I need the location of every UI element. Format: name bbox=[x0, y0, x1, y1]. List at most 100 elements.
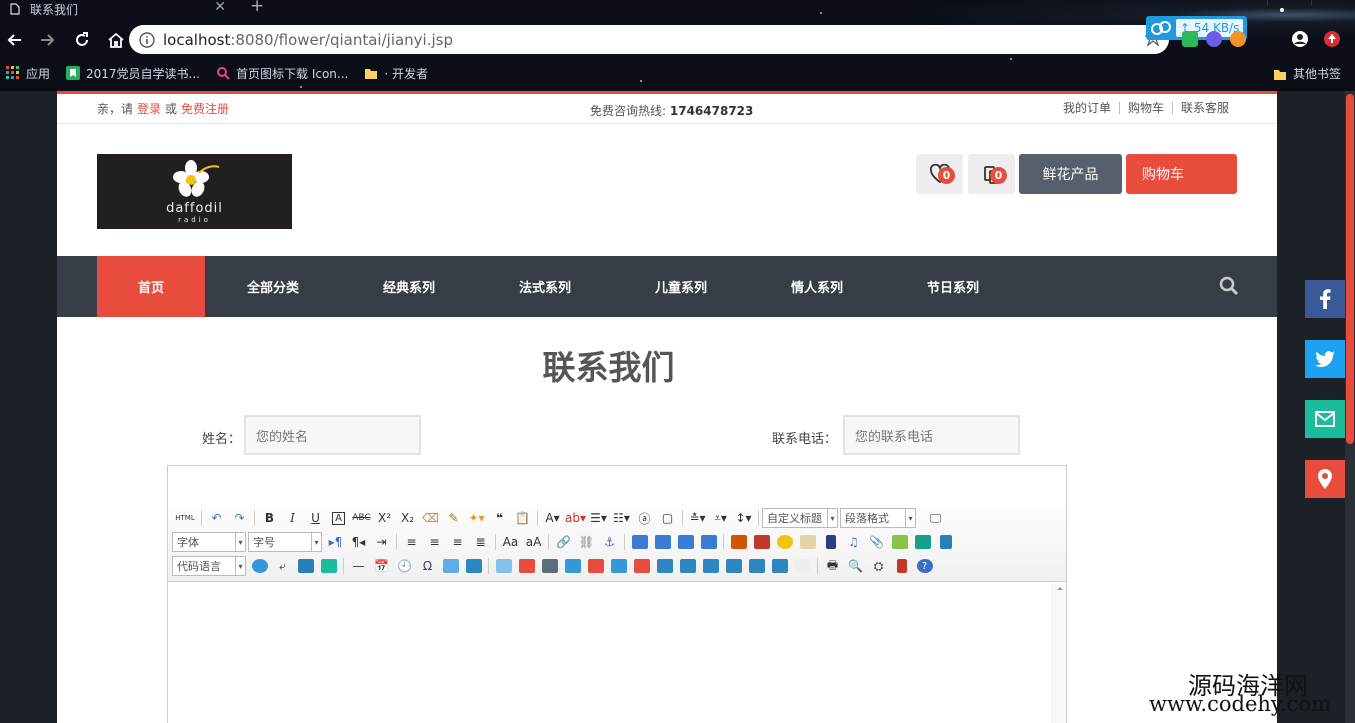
delete-row-icon[interactable] bbox=[584, 556, 607, 576]
eraser-icon[interactable]: ⌫ bbox=[419, 508, 442, 528]
anchor-icon[interactable]: ⚓ bbox=[598, 532, 621, 552]
reload-icon[interactable] bbox=[70, 28, 94, 52]
blockquote-icon[interactable]: ❝ bbox=[488, 508, 511, 528]
split-cols-icon[interactable] bbox=[768, 556, 791, 576]
paste-plain-icon[interactable]: 📋 bbox=[511, 508, 534, 528]
delete-table-icon[interactable] bbox=[515, 556, 538, 576]
editor-scrollbar[interactable] bbox=[1052, 583, 1066, 723]
nav-item-children[interactable]: 儿童系列 bbox=[613, 256, 749, 317]
undo-icon[interactable]: ↶ bbox=[205, 508, 228, 528]
fullscreen-icon[interactable]: 🖵 bbox=[924, 508, 947, 528]
image-right-icon[interactable] bbox=[674, 532, 697, 552]
align-right-icon[interactable]: ≡ bbox=[446, 532, 469, 552]
login-link[interactable]: 登录 bbox=[137, 100, 161, 117]
special-char-icon[interactable]: Ω bbox=[416, 556, 439, 576]
search-replace-icon[interactable] bbox=[462, 556, 485, 576]
font-size-select[interactable]: 字号 ▾ bbox=[248, 532, 322, 552]
chart-icon[interactable] bbox=[791, 556, 814, 576]
split-rows-icon[interactable] bbox=[745, 556, 768, 576]
preview-icon[interactable]: 🔍 bbox=[844, 556, 867, 576]
date-icon[interactable]: 📅 bbox=[370, 556, 393, 576]
flower-products-button[interactable]: 鲜花产品 bbox=[1019, 154, 1122, 194]
insert-table-icon[interactable] bbox=[492, 556, 515, 576]
nav-item-all[interactable]: 全部分类 bbox=[205, 256, 341, 317]
cart-link[interactable]: 购物车 bbox=[1118, 102, 1172, 114]
bookmark-item[interactable]: 首页图标下载 Icon... bbox=[216, 65, 348, 82]
font-family-select[interactable]: 字体 ▾ bbox=[172, 532, 246, 552]
nav-item-french[interactable]: 法式系列 bbox=[477, 256, 613, 317]
bold-icon[interactable]: B bbox=[258, 508, 281, 528]
cart-button[interactable]: 购物车 bbox=[1126, 154, 1237, 194]
new-tab-icon[interactable]: + bbox=[250, 0, 264, 16]
time-icon[interactable]: 🕘 bbox=[393, 556, 416, 576]
address-bar[interactable]: localhost:8080/flower/qiantai/jianyi.jsp bbox=[129, 25, 1169, 54]
twitter-button[interactable] bbox=[1305, 340, 1345, 378]
html-source-button[interactable]: HTML bbox=[172, 508, 198, 528]
my-orders-link[interactable]: 我的订单 bbox=[1055, 102, 1119, 114]
tab-close-icon[interactable]: ✕ bbox=[214, 0, 226, 15]
map-icon[interactable] bbox=[888, 532, 911, 552]
page-break-icon[interactable]: ⤶ bbox=[271, 556, 294, 576]
italic-icon[interactable]: I bbox=[281, 508, 304, 528]
register-link[interactable]: 免费注册 bbox=[181, 100, 229, 117]
template-icon[interactable] bbox=[294, 556, 317, 576]
auto-format-icon[interactable]: ✦▾ bbox=[465, 508, 488, 528]
superscript-icon[interactable]: X² bbox=[373, 508, 396, 528]
clear-doc-icon[interactable]: ▢ bbox=[656, 508, 679, 528]
font-color-icon[interactable]: A▾ bbox=[541, 508, 564, 528]
image-left-icon[interactable] bbox=[651, 532, 674, 552]
location-button[interactable] bbox=[1305, 460, 1345, 498]
image-center-icon[interactable] bbox=[697, 532, 720, 552]
merge-down-icon[interactable] bbox=[699, 556, 722, 576]
subscript-icon[interactable]: X₂ bbox=[396, 508, 419, 528]
rtl-icon[interactable]: ¶◂ bbox=[347, 532, 370, 552]
split-cells-icon[interactable] bbox=[722, 556, 745, 576]
redo-icon[interactable]: ↷ bbox=[228, 508, 251, 528]
attachment-icon[interactable]: 📎 bbox=[865, 532, 888, 552]
rich-text-editor[interactable]: HTML ↶ ↷ B I U A ABC X² X₂ ⌫ ✎ ✦▾ ❝ 📋 A▾… bbox=[167, 465, 1067, 723]
back-icon[interactable] bbox=[2, 28, 26, 52]
lowercase-icon[interactable]: aA bbox=[522, 532, 545, 552]
image-none-icon[interactable] bbox=[628, 532, 651, 552]
update-icon[interactable] bbox=[1323, 30, 1341, 48]
bookmark-item[interactable]: 2017党员自学读书... bbox=[66, 65, 200, 82]
help-icon[interactable]: ? bbox=[913, 556, 936, 576]
wordimage-icon[interactable] bbox=[439, 556, 462, 576]
indent-icon[interactable]: ⇥ bbox=[370, 532, 393, 552]
merge-right-icon[interactable] bbox=[676, 556, 699, 576]
name-input[interactable]: 您的姓名 bbox=[244, 415, 421, 455]
compare-button[interactable]: 0 bbox=[968, 154, 1015, 194]
row-spacing-top-icon[interactable]: ≛▾ bbox=[686, 508, 709, 528]
line-height-icon[interactable]: ↕▾ bbox=[732, 508, 755, 528]
service-link[interactable]: 联系客服 bbox=[1171, 102, 1237, 114]
link-icon[interactable]: 🔗 bbox=[552, 532, 575, 552]
logo[interactable]: daffodil radio bbox=[97, 154, 292, 229]
emotion-icon[interactable] bbox=[773, 532, 796, 552]
wishlist-button[interactable]: 0 bbox=[916, 154, 963, 194]
gmap-icon[interactable] bbox=[911, 532, 934, 552]
paragraph-select[interactable]: 段落格式 ▾ bbox=[840, 508, 916, 528]
info-icon[interactable] bbox=[139, 31, 155, 48]
horizontal-rule-icon[interactable]: — bbox=[347, 556, 370, 576]
delete-col-icon[interactable] bbox=[630, 556, 653, 576]
simple-upload-icon[interactable] bbox=[727, 532, 750, 552]
insert-paragraph-before-table-icon[interactable] bbox=[538, 556, 561, 576]
insert-frame-icon[interactable] bbox=[934, 532, 957, 552]
insert-row-icon[interactable] bbox=[561, 556, 584, 576]
uppercase-icon[interactable]: Aa bbox=[499, 532, 522, 552]
phone-input[interactable]: 您的联系电话 bbox=[843, 415, 1020, 455]
profile-icon[interactable] bbox=[1291, 30, 1309, 48]
row-spacing-bottom-icon[interactable]: ⩡▾ bbox=[709, 508, 732, 528]
page-scrollbar[interactable] bbox=[1345, 91, 1355, 723]
search-icon-binoculars[interactable]: ⛭ bbox=[867, 556, 890, 576]
nav-item-classic[interactable]: 经典系列 bbox=[341, 256, 477, 317]
ltr-icon[interactable]: ▸¶ bbox=[324, 532, 347, 552]
nav-item-lovers[interactable]: 情人系列 bbox=[749, 256, 885, 317]
insert-video-icon[interactable] bbox=[819, 532, 842, 552]
drafts-icon[interactable] bbox=[890, 556, 913, 576]
home-icon[interactable] bbox=[104, 28, 128, 52]
bookmark-apps[interactable]: 应用 bbox=[6, 65, 50, 82]
extension-orange-icon[interactable] bbox=[1230, 31, 1246, 47]
extension-purple-icon[interactable] bbox=[1206, 31, 1222, 47]
scrawl-icon[interactable] bbox=[796, 532, 819, 552]
